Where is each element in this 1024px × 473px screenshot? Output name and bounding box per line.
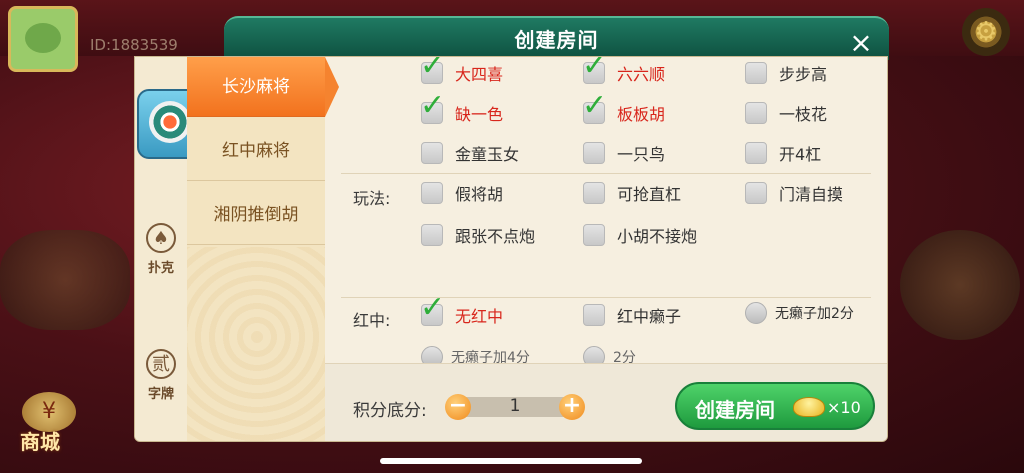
check-icon: ✓ — [582, 88, 608, 123]
divider — [341, 173, 871, 174]
mahjong-tile-icon — [149, 101, 191, 143]
option-bubugao[interactable]: 步步高 — [745, 59, 827, 87]
option-label: 跟张不点炮 — [455, 227, 536, 246]
option-label: 可抢直杠 — [617, 185, 682, 204]
character-tile-icon: 贰 — [146, 349, 176, 379]
checkbox[interactable] — [583, 182, 605, 204]
score-label: 积分底分: — [353, 401, 427, 421]
score-value: 1 — [509, 396, 521, 416]
category-tab-poker[interactable]: ♠ 扑克 — [135, 223, 187, 276]
option-wuhongzhong[interactable]: ✓ 无红中 — [420, 293, 504, 329]
checkbox[interactable]: ✓ — [582, 57, 607, 84]
option-label: 门清自摸 — [779, 185, 844, 204]
option-label: 无癞子加4分 — [451, 350, 530, 363]
hongzhong-label: 红中: — [353, 311, 391, 330]
option-label: 小胡不接炮 — [617, 227, 698, 246]
shop-button[interactable]: ¥ 商城 — [6, 392, 94, 472]
checkbox[interactable]: ✓ — [420, 57, 445, 84]
checkbox[interactable] — [583, 224, 605, 246]
category-sidebar: ♠ 扑克 贰 字牌 — [135, 57, 203, 441]
checkbox[interactable] — [421, 224, 443, 246]
minus-button[interactable]: − — [445, 394, 471, 420]
game-item-changsha[interactable]: 长沙麻将 — [187, 57, 339, 117]
option-label: 红中癞子 — [617, 307, 682, 326]
check-icon: ✓ — [420, 88, 446, 123]
radio-button[interactable] — [583, 346, 605, 363]
radio-button[interactable] — [745, 302, 767, 324]
plus-button[interactable]: + — [559, 394, 585, 420]
option-label: 2分 — [613, 350, 636, 363]
option-dasixi[interactable]: ✓ 大四喜 — [420, 57, 504, 87]
option-xiaohubujiepao[interactable]: 小胡不接炮 — [583, 221, 697, 249]
check-icon: ✓ — [420, 57, 446, 83]
check-icon: ✓ — [420, 290, 446, 325]
checkbox[interactable]: ✓ — [420, 91, 445, 124]
option-label: 缺一色 — [455, 105, 504, 124]
radio-button[interactable] — [421, 346, 443, 363]
option-label: 大四喜 — [455, 65, 504, 84]
option-label: 无癞子加2分 — [775, 306, 854, 322]
create-room-button[interactable]: 创建房间 ×10 — [675, 382, 875, 430]
checkbox[interactable] — [745, 142, 767, 164]
option-menqingzimo[interactable]: 门清自摸 — [745, 179, 843, 207]
option-liuliushun[interactable]: ✓ 六六顺 — [582, 57, 666, 87]
dialog-panel: ♠ 扑克 贰 字牌 长沙麻将 红中麻将 湘阴推倒胡 ✓ 大四喜 ✓ 六六顺 步步… — [134, 56, 888, 442]
dialog-title-bar: 创建房间 — [224, 16, 889, 60]
category-tab-zipai[interactable]: 贰 字牌 — [135, 349, 187, 402]
checkbox[interactable] — [583, 142, 605, 164]
checkbox[interactable] — [421, 142, 443, 164]
category-label-zipai: 字牌 — [147, 387, 174, 402]
option-keqiangzhigang[interactable]: 可抢直杠 — [583, 179, 681, 207]
option-label: 假将胡 — [455, 185, 504, 204]
game-item-hongzhong[interactable]: 红中麻将 — [187, 121, 325, 181]
peony-pattern — [187, 247, 325, 441]
home-indicator[interactable] — [380, 458, 642, 464]
checkbox[interactable] — [745, 62, 767, 84]
checkbox[interactable]: ✓ — [582, 91, 607, 124]
option-queyise[interactable]: ✓ 缺一色 — [420, 91, 504, 127]
checkbox[interactable] — [745, 102, 767, 124]
option-label: 无红中 — [455, 307, 504, 326]
checkbox[interactable] — [421, 182, 443, 204]
checkbox[interactable]: ✓ — [420, 293, 445, 326]
option-hongzhonglaizi[interactable]: 红中癞子 — [583, 301, 681, 329]
option-label: 金童玉女 — [455, 145, 520, 164]
radio-wulaizi-4fen[interactable]: 无癞子加4分 — [421, 343, 530, 363]
option-yizhiniao[interactable]: 一只鸟 — [583, 139, 665, 167]
gold-ingot-icon — [793, 397, 825, 417]
check-icon: ✓ — [582, 57, 608, 83]
option-label: 板板胡 — [617, 105, 666, 124]
spade-icon: ♠ — [146, 223, 176, 253]
option-label: 一枝花 — [779, 105, 828, 124]
option-jintongyunv[interactable]: 金童玉女 — [421, 139, 519, 167]
score-stepper: − 1 + — [445, 394, 585, 420]
wanfa-label: 玩法: — [353, 189, 391, 208]
option-yizhihua[interactable]: 一枝花 — [745, 99, 827, 127]
create-room-label: 创建房间 — [695, 398, 775, 422]
option-kai4gang[interactable]: 开4杠 — [745, 139, 821, 167]
lion-statue-decoration — [0, 230, 130, 330]
option-label: 六六顺 — [617, 65, 666, 84]
dialog-title: 创建房间 — [514, 28, 599, 52]
category-label-poker: 扑克 — [147, 261, 174, 276]
options-content: ✓ 大四喜 ✓ 六六顺 步步高 ✓ 缺一色 ✓ 板板胡 一枝花 金童玉女 一只鸟… — [325, 57, 887, 363]
option-label: 开4杠 — [779, 145, 822, 164]
checkbox[interactable] — [583, 304, 605, 326]
radio-2fen[interactable]: 2分 — [583, 343, 636, 363]
avatar[interactable] — [8, 6, 78, 72]
option-label: 一只鸟 — [617, 145, 666, 164]
settings-gear-icon[interactable]: ⚙ — [962, 8, 1010, 56]
option-label: 步步高 — [779, 65, 828, 84]
option-banbanhu[interactable]: ✓ 板板胡 — [582, 91, 666, 127]
bottom-bar: 积分底分: − 1 + 创建房间 ×10 — [325, 363, 887, 441]
shop-label: 商城 — [20, 430, 60, 454]
option-genzhangbudianpao[interactable]: 跟张不点炮 — [421, 221, 535, 249]
radio-wulaizi-2fen[interactable]: 无癞子加2分 — [745, 299, 854, 327]
close-button[interactable]: × — [846, 28, 876, 58]
checkbox[interactable] — [745, 182, 767, 204]
game-item-xiangyin[interactable]: 湘阴推倒胡 — [187, 185, 325, 245]
option-jiajianghu[interactable]: 假将胡 — [421, 179, 503, 207]
room-cost: ×10 — [827, 398, 861, 417]
lion-statue-decoration-right — [900, 230, 1020, 340]
